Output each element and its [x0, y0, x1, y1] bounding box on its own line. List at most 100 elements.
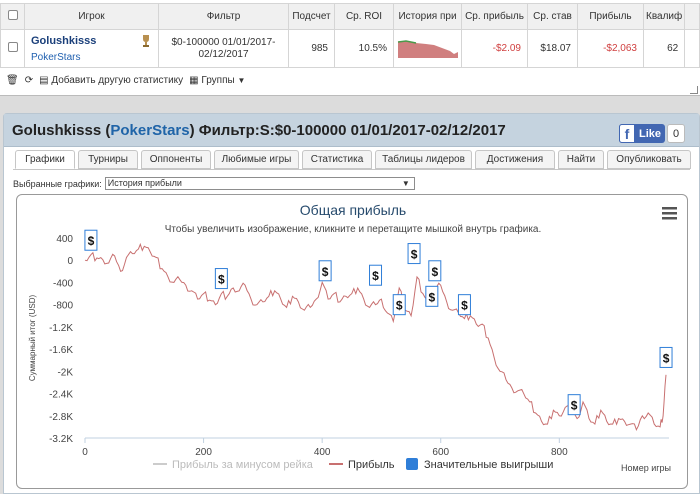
qualif-cell: 62 — [642, 29, 686, 68]
x-tick-label: 800 — [551, 447, 568, 458]
add-stats-button[interactable]: ▤ Добавить другую статистику — [39, 75, 183, 86]
tab-favorite-games[interactable]: Любимые игры — [214, 150, 299, 169]
chart-menu-icon[interactable] — [662, 207, 677, 220]
column-header-qualif[interactable]: Квалиф — [642, 3, 686, 30]
column-header-filter[interactable]: Фильтр — [158, 3, 289, 30]
column-header-profit[interactable]: Прибыль — [577, 3, 644, 30]
tab-achievements[interactable]: Достижения — [475, 150, 555, 169]
y-axis-ticks: 400 0 -400 -800 -1.2K -1.6K -2K -2.4K -2.8K -3.2K — [49, 234, 73, 445]
avg-stake-cell: $18.07 — [527, 29, 578, 68]
player-cell[interactable]: Golushkisss PokerStars — [24, 29, 159, 68]
stats-table: Игрок Фильтр Подсчет Ср. ROI История при… — [0, 3, 700, 68]
column-header-avg-profit[interactable]: Ср. прибыль — [461, 3, 528, 30]
x-tick-label: 0 — [82, 447, 88, 458]
tab-statistics[interactable]: Статистика — [302, 150, 372, 169]
groups-label: Группы — [201, 75, 235, 86]
legend-bigwin-swatch — [406, 458, 418, 470]
tab-bar: Графики Турниры Оппоненты Любимые игры С… — [15, 150, 691, 169]
header-site-link[interactable]: PokerStars — [110, 122, 189, 139]
facebook-icon: f — [619, 124, 635, 143]
add-stats-label: Добавить другую статистику — [51, 75, 184, 86]
select-all-header[interactable] — [0, 3, 25, 30]
grid-icon: ▦ — [189, 75, 199, 86]
extra-cell — [684, 29, 700, 68]
big-win-marker[interactable]: $ — [659, 346, 673, 368]
facebook-like-button[interactable]: f Like — [619, 124, 665, 143]
tab-publish[interactable]: Опубликовать — [607, 150, 691, 169]
header-close-paren: ) — [189, 121, 199, 139]
column-header-count[interactable]: Подсчет — [288, 3, 335, 30]
refresh-icon[interactable]: ⟳ — [25, 75, 33, 86]
panel-header: Golushkisss ( PokerStars ) Фильтр:S:$0-1… — [4, 114, 699, 147]
row-checkbox[interactable] — [7, 42, 18, 52]
big-win-marker[interactable]: $ — [407, 243, 421, 265]
graph-select-value: История прибыли — [107, 178, 182, 188]
column-header-player[interactable]: Игрок — [24, 3, 159, 30]
dollar-icon: $ — [663, 351, 670, 365]
tab-search[interactable]: Найти — [558, 150, 604, 169]
column-header-avg-stake[interactable]: Ср. став — [527, 3, 578, 30]
dollar-icon: $ — [431, 265, 438, 279]
site-link[interactable]: PokerStars — [31, 52, 157, 63]
big-win-marker[interactable]: $ — [457, 294, 471, 316]
y-tick-label: -1.6K — [49, 345, 73, 356]
profit-chart[interactable]: Общая прибыль Чтобы увеличить изображени… — [16, 194, 688, 489]
player-panel: Golushkisss ( PokerStars ) Фильтр:S:$0-1… — [3, 113, 700, 494]
dollar-icon: $ — [322, 265, 329, 279]
header-player-name: Golushkisss — [12, 121, 102, 139]
stats-panel: Игрок Фильтр Подсчет Ср. ROI История при… — [0, 0, 700, 96]
groups-dropdown[interactable]: ▦ Группы ▼ — [189, 75, 245, 86]
x-tick-label: 200 — [195, 447, 212, 458]
graph-select-label: Выбранные графики: — [13, 178, 102, 189]
dollar-icon: $ — [218, 273, 225, 287]
filter-cell: $0-100000 01/01/2017- 02/12/2017 — [158, 29, 289, 68]
tab-charts[interactable]: Графики — [15, 150, 75, 169]
y-axis-label: Суммарный итог (USD) — [28, 295, 37, 382]
graph-select-row: Выбранные графики: История прибыли ▼ — [13, 177, 415, 190]
big-win-marker[interactable]: $ — [425, 285, 439, 307]
resize-grip-icon[interactable] — [690, 86, 698, 94]
trash-icon[interactable]: 🗑 — [6, 75, 19, 86]
big-win-marker[interactable]: $ — [369, 264, 383, 286]
tab-opponents[interactable]: Оппоненты — [141, 150, 211, 169]
avg-profit-cell: -$2.09 — [461, 29, 528, 68]
chart-subtitle: Чтобы увеличить изображение, кликните и … — [165, 223, 542, 235]
tabs-divider — [13, 169, 690, 170]
chevron-down-icon: ▼ — [401, 179, 410, 188]
profit-chart-svg[interactable]: Общая прибыль Чтобы увеличить изображени… — [17, 195, 688, 489]
big-win-marker[interactable]: $ — [392, 294, 406, 316]
header-open-paren: ( — [101, 121, 111, 139]
legend-rake-label[interactable]: Прибыль за минусом рейка — [172, 459, 314, 471]
big-win-markers: $ $ $ $ $ $ $ $ $ $ $ — [84, 229, 673, 416]
y-tick-label: 400 — [56, 234, 73, 245]
big-win-marker[interactable]: $ — [84, 229, 98, 251]
dollar-icon: $ — [396, 299, 403, 313]
y-tick-label: -3.2K — [49, 434, 73, 445]
column-header-roi[interactable]: Ср. ROI — [334, 3, 394, 30]
big-win-marker[interactable]: $ — [428, 260, 442, 282]
like-count: 0 — [667, 124, 685, 143]
header-filter: Фильтр:S:$0-100000 01/01/2017-02/12/2017 — [198, 121, 506, 139]
big-win-marker[interactable]: $ — [567, 394, 581, 416]
y-tick-label: -2.8K — [49, 412, 73, 423]
select-all-checkbox[interactable] — [7, 10, 18, 20]
chart-title: Общая прибыль — [300, 202, 406, 218]
x-tick-label: 400 — [314, 447, 331, 458]
big-win-marker[interactable]: $ — [318, 260, 332, 282]
tab-leaderboards[interactable]: Таблицы лидеров — [375, 150, 472, 169]
row-select[interactable] — [0, 29, 25, 68]
x-axis-ticks: 0 200 400 600 800 — [82, 438, 568, 458]
dollar-icon: $ — [372, 269, 379, 283]
graph-select[interactable]: История прибыли ▼ — [104, 177, 415, 190]
player-name-link[interactable]: Golushkisss — [31, 35, 157, 47]
player-trophy-icon — [143, 35, 149, 47]
big-win-marker[interactable]: $ — [214, 268, 228, 290]
legend-bigwin-label[interactable]: Значительные выигрыши — [424, 459, 553, 471]
legend-profit-label[interactable]: Прибыль — [348, 459, 395, 471]
table-row[interactable]: Golushkisss PokerStars $0-100000 01/01/2… — [0, 29, 700, 68]
like-label: Like — [639, 127, 662, 140]
count-cell: 985 — [288, 29, 335, 68]
chevron-down-icon: ▼ — [237, 76, 246, 85]
tab-tournaments[interactable]: Турниры — [78, 150, 138, 169]
column-header-history[interactable]: История при — [393, 3, 462, 30]
